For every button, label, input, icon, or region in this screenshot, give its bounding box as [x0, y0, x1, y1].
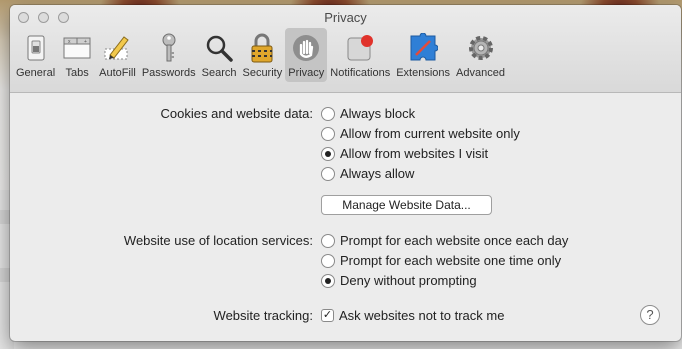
tab-extensions-label: Extensions	[396, 67, 451, 79]
tab-notifications[interactable]: Notifications	[327, 28, 393, 82]
tab-notifications-label: Notifications	[330, 67, 391, 79]
option-label: Prompt for each website once each day	[340, 233, 569, 248]
location-option-one-time-only[interactable]: Prompt for each website one time only	[321, 253, 561, 268]
radio-button[interactable]	[321, 166, 335, 181]
radio-button[interactable]	[321, 126, 335, 141]
do-not-track-checkbox[interactable]: ✓	[321, 309, 334, 322]
autofill-pencil-icon	[101, 32, 133, 64]
tab-general[interactable]: General	[13, 28, 58, 82]
tab-tabs[interactable]: x + Tabs	[58, 28, 96, 82]
option-label: Deny without prompting	[340, 273, 477, 288]
tab-advanced-label: Advanced	[456, 67, 505, 79]
cookies-label: Cookies and website data:	[160, 106, 313, 121]
title-bar: Privacy General x + Tabs AutoFill Passwo…	[10, 5, 681, 93]
tab-extensions[interactable]: Extensions	[393, 28, 453, 82]
cookies-option-allow-current[interactable]: Allow from current website only	[321, 126, 520, 141]
tab-security-label: Security	[242, 67, 283, 79]
cookies-option-always-block[interactable]: Always block	[321, 106, 415, 121]
tab-privacy-label: Privacy	[288, 67, 325, 79]
tab-general-label: General	[16, 67, 56, 79]
option-label: Allow from current website only	[340, 126, 520, 141]
general-switch-icon	[20, 32, 52, 64]
tab-autofill-label: AutoFill	[99, 67, 136, 79]
radio-button-selected[interactable]	[321, 146, 335, 161]
magnifier-icon	[203, 32, 235, 64]
radio-button[interactable]	[321, 253, 335, 268]
do-not-track-option[interactable]: ✓ Ask websites not to track me	[321, 308, 504, 323]
radio-button[interactable]	[321, 233, 335, 248]
option-label: Always allow	[340, 166, 415, 181]
tab-passwords-label: Passwords	[141, 67, 196, 79]
location-option-once-each-day[interactable]: Prompt for each website once each day	[321, 233, 568, 248]
tracking-label: Website tracking:	[213, 308, 313, 323]
tab-search[interactable]: Search	[199, 28, 240, 82]
checkbox-label: Ask websites not to track me	[339, 308, 505, 323]
tab-search-label: Search	[201, 67, 237, 79]
location-option-deny[interactable]: Deny without prompting	[321, 273, 477, 288]
tab-advanced[interactable]: Advanced	[453, 28, 508, 82]
lock-icon	[246, 32, 278, 64]
option-label: Prompt for each website one time only	[340, 253, 562, 268]
notifications-icon	[344, 32, 376, 64]
manage-website-data-button[interactable]: Manage Website Data...	[321, 195, 492, 215]
cookies-option-allow-visited[interactable]: Allow from websites I visit	[321, 146, 488, 161]
radio-button-selected[interactable]	[321, 273, 335, 288]
preferences-window: Privacy General x + Tabs AutoFill Passwo…	[10, 5, 681, 341]
radio-button[interactable]	[321, 106, 335, 121]
option-label: Allow from websites I visit	[340, 146, 489, 161]
tab-tabs-label: Tabs	[65, 67, 89, 79]
tab-passwords[interactable]: Passwords	[139, 28, 199, 82]
hand-icon	[290, 32, 322, 64]
help-button[interactable]: ?	[640, 305, 660, 325]
option-label: Always block	[340, 106, 416, 121]
svg-text:+: +	[84, 39, 87, 45]
tab-privacy[interactable]: Privacy	[285, 28, 328, 82]
puzzle-icon	[407, 32, 439, 64]
window-title: Privacy	[324, 10, 367, 25]
key-icon	[153, 32, 185, 64]
preferences-toolbar: General x + Tabs AutoFill Passwords Sear…	[13, 28, 508, 85]
privacy-pane: Cookies and website data: Always block A…	[10, 93, 681, 341]
location-label: Website use of location services:	[123, 233, 313, 248]
tabs-icon: x +	[61, 32, 93, 64]
tab-security[interactable]: Security	[239, 28, 285, 82]
gear-icon	[465, 32, 497, 64]
tab-autofill[interactable]: AutoFill	[96, 28, 139, 82]
cookies-option-always-allow[interactable]: Always allow	[321, 166, 414, 181]
